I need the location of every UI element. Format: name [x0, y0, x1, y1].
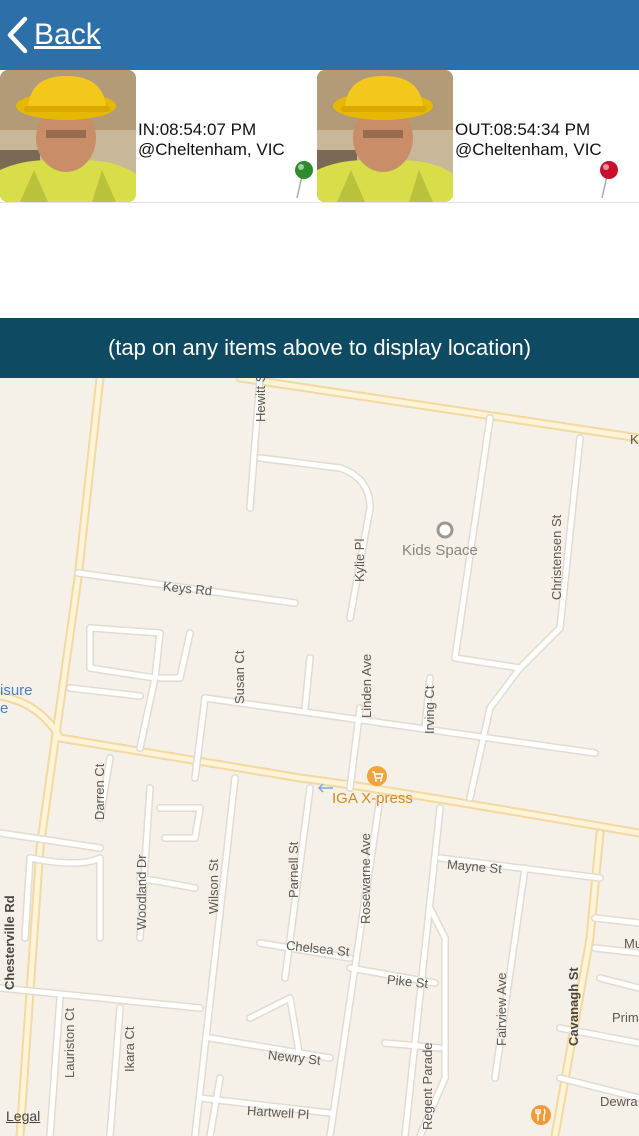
check-in-location: @Cheltenham, VIC [138, 140, 285, 159]
street-label: Fairview Ave [494, 972, 509, 1046]
street-label: Parnell St [286, 841, 301, 898]
poi-kids-space[interactable]: Kids Space [402, 542, 478, 559]
record-card-in[interactable]: IN:08:54:07 PM @Cheltenham, VIC [0, 70, 317, 203]
record-text: IN:08:54:07 PM @Cheltenham, VIC [138, 120, 285, 160]
street-label: Dewra [600, 1094, 638, 1109]
street-label: Wilson St [206, 859, 221, 914]
street-label: Ikara Ct [122, 1026, 137, 1072]
attendance-records: IN:08:54:07 PM @Cheltenham, VIC OUT:08:5… [0, 70, 639, 318]
street-label: Regent Parade [420, 1042, 435, 1130]
street-label: K [630, 432, 639, 447]
street-label: Linden Ave [359, 653, 374, 718]
chevron-left-icon [7, 16, 28, 54]
place-label: e [0, 700, 9, 717]
street-label: Woodland Dr [134, 854, 149, 930]
street-label: Lauriston Ct [62, 1007, 77, 1078]
hint-text: (tap on any items above to display locat… [107, 335, 532, 360]
street-label: Cavanagh St [566, 967, 581, 1046]
check-out-location: @Cheltenham, VIC [455, 140, 602, 159]
street-label: Hewitt St [253, 378, 268, 422]
legal-link[interactable]: Legal [6, 1108, 40, 1124]
street-label: Susan Ct [232, 650, 247, 704]
street-label: Mu [624, 936, 639, 951]
worker-photo [0, 70, 136, 202]
check-out-time: OUT:08:54:34 PM [455, 120, 591, 139]
place-label: isure [0, 682, 33, 699]
street-label: Prim [612, 1010, 639, 1025]
record-text: OUT:08:54:34 PM @Cheltenham, VIC [455, 120, 602, 160]
poi-iga-xpress[interactable]: IGA X-press [332, 790, 413, 807]
street-label: Irving Ct [422, 685, 437, 734]
nav-bar: Back [0, 0, 639, 70]
street-label: Christensen St [549, 514, 564, 600]
street-label: Darren Ct [92, 763, 107, 820]
hint-bar: (tap on any items above to display locat… [0, 318, 639, 378]
shopping-cart-icon[interactable] [366, 765, 388, 787]
worker-photo [317, 70, 453, 202]
street-label: Chesterville Rd [2, 895, 17, 990]
check-in-time: IN:08:54:07 PM [138, 120, 257, 139]
red-pin-icon [600, 161, 618, 199]
street-label: Rosewarne Ave [358, 833, 373, 924]
restaurant-icon[interactable] [530, 1104, 552, 1126]
back-button[interactable]: Back [6, 12, 101, 58]
street-label: Kylie Pl [352, 538, 367, 582]
record-card-out[interactable]: OUT:08:54:34 PM @Cheltenham, VIC [317, 70, 639, 203]
landmark-icon [436, 521, 454, 539]
green-pin-icon [295, 161, 313, 199]
street-map [0, 378, 639, 1136]
one-way-arrow-icon [317, 783, 333, 793]
back-label: Back [34, 18, 101, 51]
map-view[interactable]: Hewitt St Kylie Pl Christensen St Keys R… [0, 378, 639, 1136]
